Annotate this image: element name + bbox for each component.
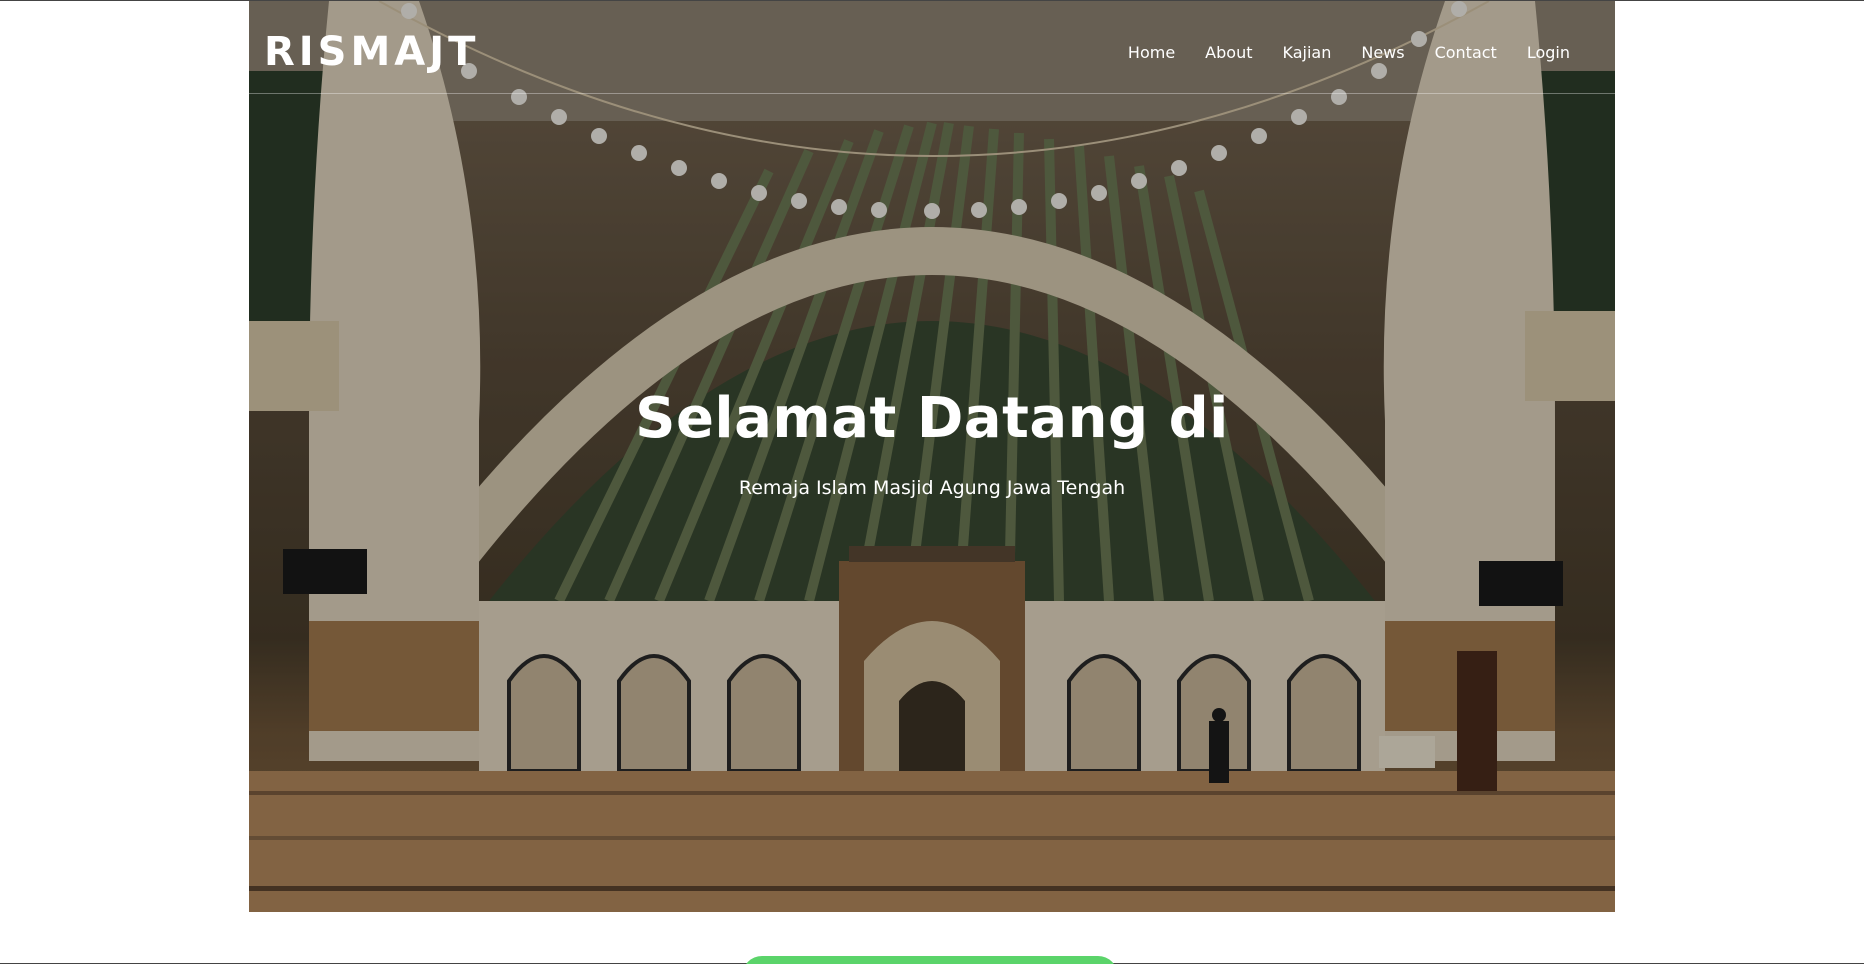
cta-button[interactable] <box>742 956 1118 964</box>
nav-contact[interactable]: Contact <box>1420 43 1512 62</box>
nav-home[interactable]: Home <box>1113 43 1190 62</box>
nav-about[interactable]: About <box>1190 43 1267 62</box>
navbar: RISMAJT Home About Kajian News Contact L… <box>249 1 1615 94</box>
nav-kajian[interactable]: Kajian <box>1267 43 1346 62</box>
nav-login[interactable]: Login <box>1512 43 1585 62</box>
nav-news[interactable]: News <box>1346 43 1419 62</box>
hero-overlay <box>249 1 1615 912</box>
hero-section: RISMAJT Home About Kajian News Contact L… <box>249 1 1615 912</box>
page: RISMAJT Home About Kajian News Contact L… <box>0 0 1864 964</box>
hero-subtitle: Remaja Islam Masjid Agung Jawa Tengah <box>738 477 1126 499</box>
main-nav: Home About Kajian News Contact Login <box>1113 43 1585 62</box>
hero-title: Selamat Datang di <box>635 386 1229 451</box>
brand-logo[interactable]: RISMAJT <box>264 29 479 75</box>
